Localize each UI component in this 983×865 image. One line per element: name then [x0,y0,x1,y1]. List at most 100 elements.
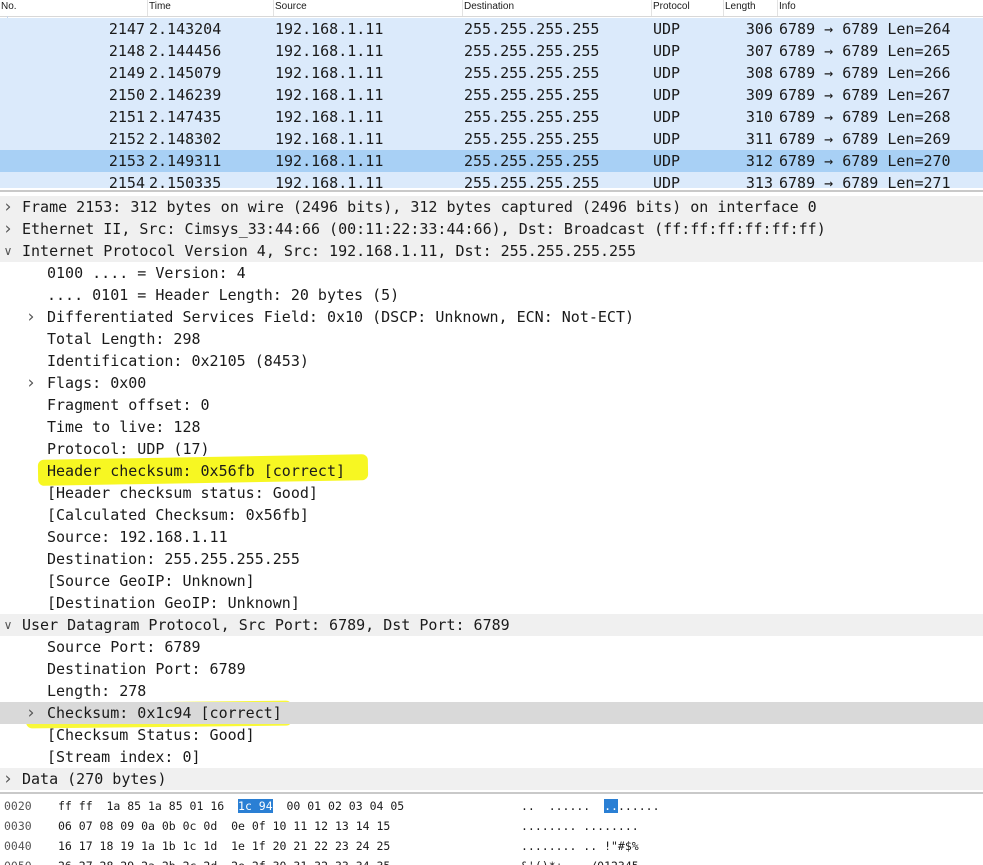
detail-field-row[interactable]: Protocol: UDP (17) [0,438,983,460]
detail-label: Source Port: 6789 [47,638,201,656]
detail-field-row[interactable]: Destination Port: 6789 [0,658,983,680]
hex-bytes-part: 26 27 28 29 2a 2b 2c 2d 2e 2f 30 31 32 3… [58,859,390,865]
detail-field-row[interactable]: [Calculated Checksum: 0x56fb] [0,504,983,526]
packet-row[interactable]: 2148 2.144456 192.168.1.11 255.255.255.255 U… [0,40,983,62]
chevron-right-icon[interactable]: › [24,372,38,394]
column-header-info[interactable]: Info [778,0,983,16]
packet-destination: 255.255.255.255 [464,86,600,104]
ascii-part: &'()*+,- ./012345 [521,859,639,865]
detail-field-row[interactable]: › Differentiated Services Field: 0x10 (DS… [0,306,983,328]
detail-field-row[interactable]: [Stream index: 0] [0,746,983,768]
detail-label: Differentiated Services Field: 0x10 (DSC… [47,308,634,326]
hex-bytes-part: 06 07 08 09 0a 0b 0c 0d 0e 0f 10 11 12 1… [58,819,391,833]
detail-field-row[interactable]: [Source GeoIP: Unknown] [0,570,983,592]
detail-field-row[interactable]: Fragment offset: 0 [0,394,983,416]
column-header-source[interactable]: Source [274,0,463,16]
detail-label: Destination Port: 6789 [47,660,246,678]
packet-time: 2.146239 [149,86,222,104]
ascii-bytes[interactable]: .. ...... ........ [521,796,660,816]
detail-label: Flags: 0x00 [47,374,147,392]
detail-field-row[interactable]: › Checksum: 0x1c94 [correct] [0,702,983,724]
ascii-bytes[interactable]: ........ .. !"#$% [521,836,639,856]
column-header-protocol[interactable]: Protocol [652,0,724,16]
detail-label: 0100 .... = Version: 4 [47,264,246,282]
chevron-down-icon[interactable]: ∨ [1,614,15,636]
detail-label: User Datagram Protocol, Src Port: 6789, … [22,616,510,634]
packet-list[interactable]: No. Time Source Destination Protocol Len… [0,0,983,188]
column-header-time[interactable]: Time [148,0,274,16]
hex-bytes-part: ff ff 1a 85 1a 85 01 16 [58,799,239,813]
packet-info: 6789 → 6789 Len=268 [779,108,951,126]
detail-section-row[interactable]: › Ethernet II, Src: Cimsys_33:44:66 (00:1… [0,218,983,240]
detail-section-row[interactable]: ∨ Internet Protocol Version 4, Src: 192.1… [0,240,983,262]
detail-section-row[interactable]: › Frame 2153: 312 bytes on wire (2496 bit… [0,196,983,218]
packet-bytes-pane[interactable]: 0020 ff ff 1a 85 1a 85 01 16 1c 94 00 01 … [0,792,983,865]
packet-row[interactable]: 2153 2.149311 192.168.1.11 255.255.255.255 U… [0,150,983,172]
detail-field-row[interactable]: [Checksum Status: Good] [0,724,983,746]
packet-list-header: No. Time Source Destination Protocol Len… [0,0,983,17]
packet-row[interactable]: 2147 2.143204 192.168.1.11 255.255.255.255 U… [0,18,983,40]
detail-field-row[interactable]: Length: 278 [0,680,983,702]
hex-bytes[interactable]: 16 17 18 19 1a 1b 1c 1d 1e 1f 20 21 22 2… [58,836,390,856]
packet-no: 2152 [108,130,145,148]
packet-time: 2.150335 [149,174,222,188]
chevron-right-icon[interactable]: › [24,702,38,724]
packet-row[interactable]: 2149 2.145079 192.168.1.11 255.255.255.255 U… [0,62,983,84]
detail-field-row[interactable]: [Destination GeoIP: Unknown] [0,592,983,614]
packet-row[interactable]: 2151 2.147435 192.168.1.11 255.255.255.255 U… [0,106,983,128]
detail-section-row[interactable]: ∨ User Datagram Protocol, Src Port: 6789,… [0,614,983,636]
detail-label: Destination: 255.255.255.255 [47,550,300,568]
packet-protocol: UDP [653,42,681,60]
hex-bytes[interactable]: ff ff 1a 85 1a 85 01 16 1c 94 00 01 02 0… [58,796,404,816]
chevron-right-icon[interactable]: › [1,218,15,240]
detail-field-row[interactable]: [Header checksum status: Good] [0,482,983,504]
detail-label: Length: 278 [47,682,147,700]
packet-length: 309 [745,86,773,104]
detail-field-row[interactable]: Source Port: 6789 [0,636,983,658]
detail-section-row[interactable]: › Data (270 bytes) [0,768,983,790]
ascii-bytes[interactable]: ........ ........ [521,816,639,836]
packet-length: 307 [745,42,773,60]
packet-row[interactable]: 2154 2.150335 192.168.1.11 255.255.255.255 U… [0,172,983,188]
detail-field-row[interactable]: Total Length: 298 [0,328,983,350]
chevron-right-icon[interactable]: › [24,306,38,328]
packet-destination: 255.255.255.255 [464,130,600,148]
column-header-no[interactable]: No. [0,0,148,16]
hex-bytes-selected[interactable]: 1c 94 [238,799,273,813]
packet-row[interactable]: 2150 2.146239 192.168.1.11 255.255.255.255 U… [0,84,983,106]
packet-row[interactable]: 2152 2.148302 192.168.1.11 255.255.255.255 U… [0,128,983,150]
packet-length: 312 [745,152,773,170]
detail-field-row[interactable]: .... 0101 = Header Length: 20 bytes (5) [0,284,983,306]
detail-label: Protocol: UDP (17) [47,440,210,458]
column-header-destination[interactable]: Destination [463,0,652,16]
detail-field-row[interactable]: Identification: 0x2105 (8453) [0,350,983,372]
packet-details-pane[interactable]: › Frame 2153: 312 bytes on wire (2496 bit… [0,190,983,792]
packet-protocol: UDP [653,64,681,82]
hex-bytes[interactable]: 06 07 08 09 0a 0b 0c 0d 0e 0f 10 11 12 1… [58,816,390,836]
chevron-right-icon[interactable]: › [1,768,15,790]
detail-label: Internet Protocol Version 4, Src: 192.16… [22,242,637,260]
detail-label: Ethernet II, Src: Cimsys_33:44:66 (00:11… [22,220,826,238]
packet-destination: 255.255.255.255 [464,108,600,126]
detail-field-row[interactable]: 0100 .... = Version: 4 [0,262,983,284]
ascii-bytes[interactable]: &'()*+,- ./012345 [521,856,639,865]
packet-time: 2.147435 [149,108,222,126]
ascii-selected[interactable]: .. [604,799,618,813]
detail-field-row[interactable]: Destination: 255.255.255.255 [0,548,983,570]
hex-bytes[interactable]: 26 27 28 29 2a 2b 2c 2d 2e 2f 30 31 32 3… [58,856,390,865]
detail-label: Frame 2153: 312 bytes on wire (2496 bits… [22,198,817,216]
byte-offset: 0030 [4,819,32,833]
column-header-length[interactable]: Length [724,0,778,16]
packet-source: 192.168.1.11 [275,64,384,82]
packet-info: 6789 → 6789 Len=265 [779,42,951,60]
detail-label: Identification: 0x2105 (8453) [47,352,309,370]
chevron-down-icon[interactable]: ∨ [1,240,15,262]
chevron-right-icon[interactable]: › [1,196,15,218]
detail-field-row[interactable]: › Flags: 0x00 [0,372,983,394]
detail-field-row[interactable]: Time to live: 128 [0,416,983,438]
detail-field-row[interactable]: Source: 192.168.1.11 [0,526,983,548]
detail-field-row[interactable]: Header checksum: 0x56fb [correct] [0,460,983,482]
detail-label: [Checksum Status: Good] [47,726,255,744]
packet-length: 308 [745,64,773,82]
packet-length: 311 [745,130,773,148]
